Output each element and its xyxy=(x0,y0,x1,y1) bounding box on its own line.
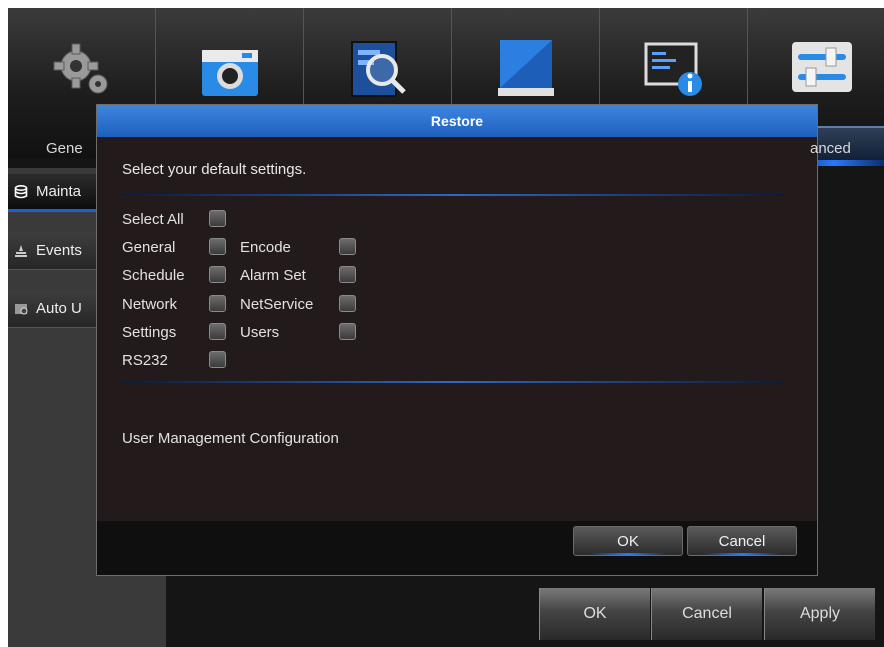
general-checkbox[interactable] xyxy=(209,238,226,255)
option-label: RS232 xyxy=(122,352,168,369)
rs232-checkbox[interactable] xyxy=(209,351,226,368)
network-checkbox[interactable] xyxy=(209,295,226,312)
dialog-body: Select your default settings. Select All… xyxy=(97,137,817,521)
option-label: Network xyxy=(122,296,178,313)
option-label: Encode xyxy=(240,239,291,256)
dialog-prompt: Select your default settings. xyxy=(122,161,307,178)
dialog-cancel-button[interactable]: Cancel xyxy=(687,526,797,556)
events-icon xyxy=(15,244,27,257)
info-text: User Management Configuration xyxy=(122,430,339,447)
sidebar-item-label: Mainta xyxy=(36,183,82,200)
tab-general-label: Gene xyxy=(46,140,83,157)
encode-checkbox[interactable] xyxy=(339,238,356,255)
divider xyxy=(122,381,784,383)
restore-dialog: Restore Select your default settings. Se… xyxy=(96,104,818,576)
netservice-checkbox[interactable] xyxy=(339,295,356,312)
dialog-footer: OK Cancel xyxy=(97,521,817,575)
option-label: Alarm Set xyxy=(240,267,306,284)
option-label: NetService xyxy=(240,296,314,313)
search-icon xyxy=(351,41,406,97)
camera-icon xyxy=(202,50,258,96)
sidebar-item-label: Auto U xyxy=(36,300,82,317)
dialog-title: Restore xyxy=(97,105,817,137)
gear-icon xyxy=(53,43,108,94)
info-icon xyxy=(644,42,702,96)
select-all-checkbox[interactable] xyxy=(209,210,226,227)
select-all-label: Select All xyxy=(122,211,184,228)
ok-button[interactable]: OK xyxy=(539,588,650,640)
dvr-settings-screen: Gene anced Mainta Events Auto U OK Cance… xyxy=(8,8,884,647)
option-label: Settings xyxy=(122,324,177,341)
divider xyxy=(122,194,784,196)
option-label: Schedule xyxy=(122,267,185,284)
sidebar-item-label: Events xyxy=(36,242,82,259)
cancel-button[interactable]: Cancel xyxy=(651,588,762,640)
users-checkbox[interactable] xyxy=(339,323,356,340)
option-label: Users xyxy=(240,324,280,341)
apply-button[interactable]: Apply xyxy=(764,588,875,640)
dialog-ok-button[interactable]: OK xyxy=(573,526,683,556)
sliders-icon xyxy=(792,42,852,92)
storage-icon xyxy=(498,40,554,96)
schedule-checkbox[interactable] xyxy=(209,266,226,283)
database-icon xyxy=(14,184,28,198)
settings-checkbox[interactable] xyxy=(209,323,226,340)
tab-advanced-label: anced xyxy=(810,140,851,157)
option-label: General xyxy=(122,239,176,256)
alarm-set-checkbox[interactable] xyxy=(339,266,356,283)
auto-upgrade-icon xyxy=(15,303,28,314)
